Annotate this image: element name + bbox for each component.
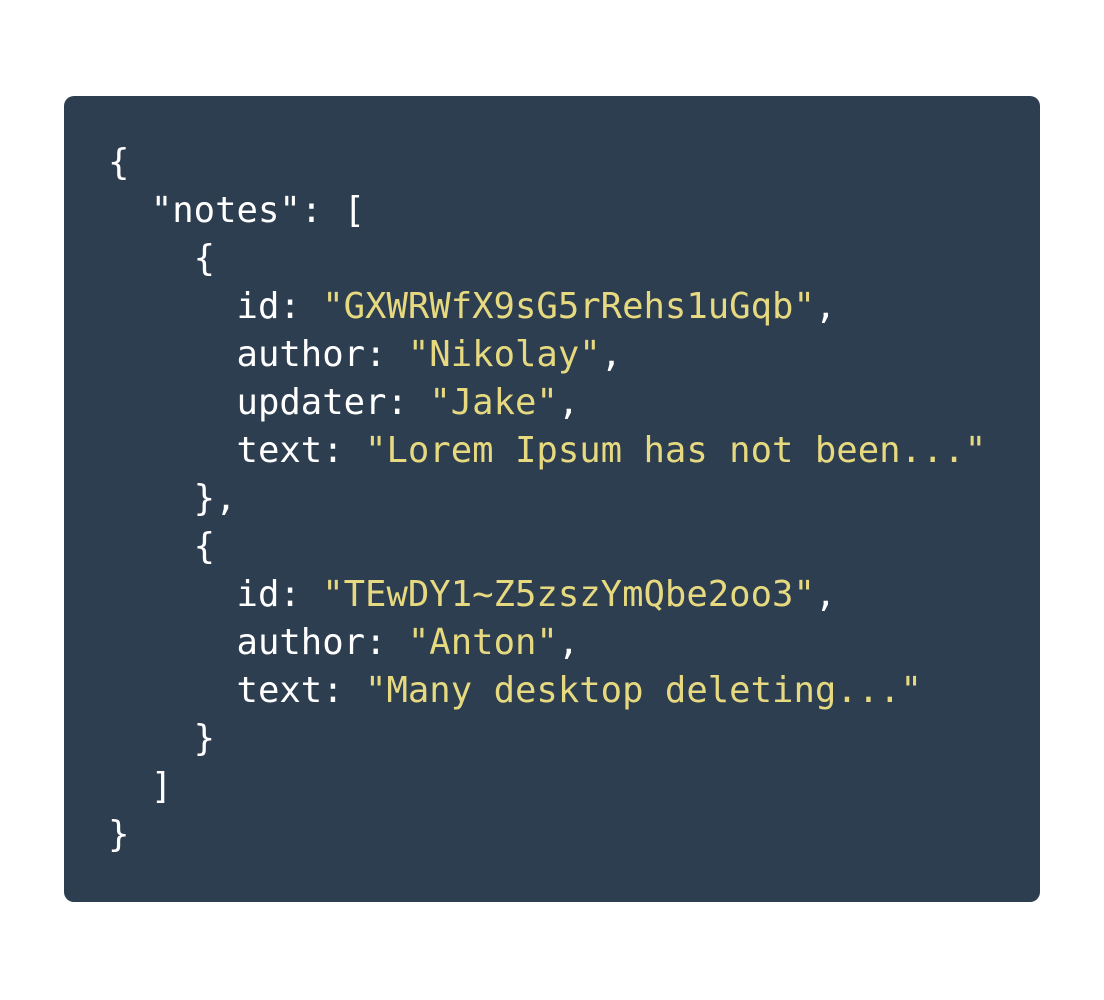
code-token: author: (108, 622, 408, 663)
code-token: , (600, 334, 623, 375)
code-token: ] (108, 766, 173, 807)
code-token: updater: (108, 382, 430, 423)
code-string-token: "GXWRWfX9sG5rRehs1uGqb" (322, 286, 815, 327)
code-line: id: "TEwDY1~Z5zszYmQbe2oo3", (108, 571, 986, 619)
code-line: text: "Lorem Ipsum has not been..." (108, 427, 987, 475)
code-token: id: (108, 574, 323, 615)
code-token: text: (108, 670, 366, 711)
code-line: author: "Nikolay", (108, 331, 986, 379)
code-string-token: "Nikolay" (407, 334, 601, 375)
code-snippet-card: { "notes": [ { id: "GXWRWfX9sG5rRehs1uGq… (64, 96, 1040, 902)
code-line: } (108, 715, 986, 763)
json-code-block: { "notes": [ { id: "GXWRWfX9sG5rRehs1uGq… (108, 139, 986, 859)
code-line: id: "GXWRWfX9sG5rRehs1uGqb", (108, 283, 986, 331)
code-token: , (557, 382, 580, 423)
code-token: , (557, 622, 580, 663)
code-line: "notes": [ (108, 187, 986, 235)
code-string-token: "Many desktop deleting..." (365, 670, 922, 711)
code-token: author: (108, 334, 408, 375)
code-token: } (108, 814, 130, 855)
code-token: "notes": [ (108, 190, 366, 231)
code-line: text: "Many desktop deleting..." (108, 667, 986, 715)
code-line: { (108, 139, 986, 187)
code-line: } (108, 811, 986, 859)
code-token: { (108, 238, 216, 279)
code-string-token: "Anton" (407, 622, 558, 663)
code-token: , (814, 286, 837, 327)
code-line: ] (108, 763, 986, 811)
code-token: id: (108, 286, 323, 327)
code-string-token: "TEwDY1~Z5zszYmQbe2oo3" (322, 574, 815, 615)
code-line: author: "Anton", (108, 619, 986, 667)
code-string-token: "Lorem Ipsum has not been..." (365, 430, 987, 471)
code-token: }, (108, 478, 237, 519)
code-string-token: "Jake" (429, 382, 558, 423)
code-token: text: (108, 430, 366, 471)
code-token: } (108, 718, 216, 759)
code-line: { (108, 523, 986, 571)
code-token: , (814, 574, 837, 615)
code-token: { (108, 526, 216, 567)
code-line: { (108, 235, 986, 283)
code-token: { (108, 142, 130, 183)
code-line: }, (108, 475, 986, 523)
code-line: updater: "Jake", (108, 379, 986, 427)
